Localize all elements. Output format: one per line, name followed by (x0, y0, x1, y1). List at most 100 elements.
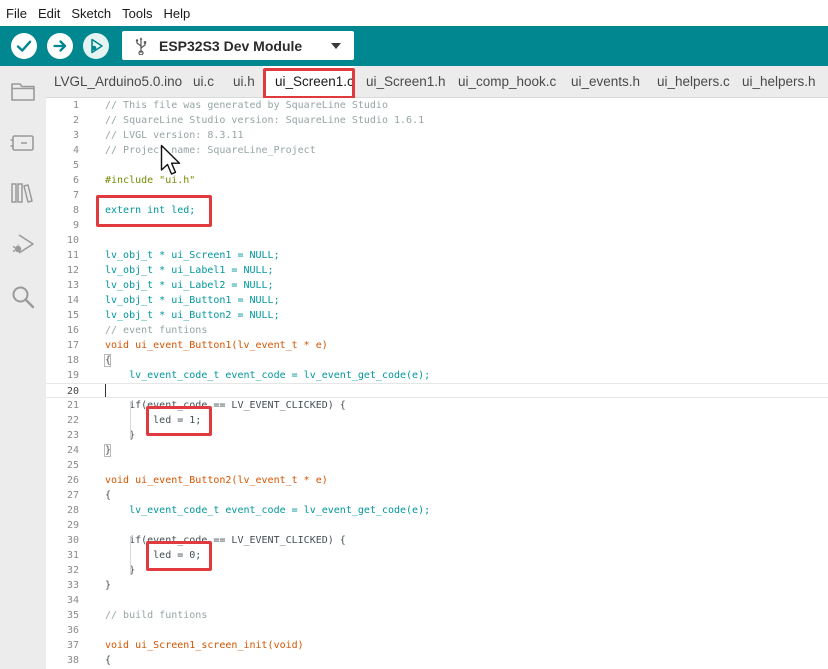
line-number: 17 (66, 340, 79, 351)
tab-ui-helpers-h[interactable]: ui_helpers.h (742, 66, 816, 97)
check-icon (16, 40, 32, 52)
line-number: 23 (66, 430, 79, 441)
led-1-highlight (146, 406, 212, 436)
line-number: 28 (66, 505, 79, 516)
code-line: void ui_event_Button1(lv_event_t * e) (105, 340, 328, 351)
search-icon[interactable] (10, 284, 36, 310)
active-tab-highlight (263, 68, 355, 99)
extern-led-highlight (96, 195, 212, 227)
line-number: 7 (72, 190, 79, 201)
arrow-right-icon (53, 40, 67, 52)
code-line: lv_event_code_t event_code = lv_event_ge… (105, 505, 431, 516)
bracket-match (104, 354, 111, 367)
menu-edit[interactable]: Edit (37, 6, 61, 21)
line-number: 34 (66, 595, 79, 606)
usb-icon (135, 37, 147, 55)
line-number: 16 (66, 325, 79, 336)
board-manager-icon[interactable] (10, 130, 36, 156)
tab-ui-h[interactable]: ui.h (233, 66, 255, 97)
bracket-match (104, 444, 111, 457)
line-number: 14 (66, 295, 79, 306)
line-number: 26 (66, 475, 79, 486)
line-number: 32 (66, 565, 79, 576)
led-0-highlight (146, 541, 212, 571)
toolbar: ESP32S3 Dev Module (0, 26, 828, 66)
tab-lvgl-arduino-ino[interactable]: LVGL_Arduino5.0.ino (54, 66, 182, 97)
line-number: 3 (72, 130, 79, 141)
folder-icon[interactable] (10, 78, 36, 104)
upload-button[interactable] (47, 33, 73, 59)
menu-file[interactable]: File (5, 6, 28, 21)
indent-guide (130, 401, 131, 440)
line-number: 35 (66, 610, 79, 621)
indent-guide (130, 536, 131, 575)
line-number: 31 (66, 550, 79, 561)
line-number: 18 (66, 355, 79, 366)
menu-sketch[interactable]: Sketch (70, 6, 112, 21)
line-number: 19 (66, 370, 79, 381)
code-line: lv_obj_t * ui_Label2 = NULL; (105, 280, 274, 291)
debug-play-icon (91, 38, 103, 54)
line-number: 6 (72, 175, 79, 186)
verify-button[interactable] (11, 33, 37, 59)
code-line: // SquareLine Studio version: SquareLine… (105, 115, 425, 126)
chevron-down-icon (331, 43, 341, 49)
code-editor[interactable]: 1 // This file was generated by SquareLin… (46, 98, 828, 669)
activity-bar (0, 66, 46, 669)
code-line: } (105, 580, 112, 591)
mouse-pointer-icon (160, 144, 181, 175)
line-number: 37 (66, 640, 79, 651)
tab-ui-screen1-h[interactable]: ui_Screen1.h (366, 66, 446, 97)
code-line: lv_obj_t * ui_Screen1 = NULL; (105, 250, 280, 261)
code-line: lv_obj_t * ui_Button1 = NULL; (105, 295, 280, 306)
line-number: 15 (66, 310, 79, 321)
line-number: 24 (66, 445, 79, 456)
line-number: 36 (66, 625, 79, 636)
line-number: 12 (66, 265, 79, 276)
code-line: if(event_code == LV_EVENT_CLICKED) { (105, 535, 346, 546)
line-number: 30 (66, 535, 79, 546)
line-number: 38 (66, 655, 79, 666)
line-number: 20 (66, 386, 79, 397)
line-number: 4 (72, 145, 79, 156)
line-number: 25 (66, 460, 79, 471)
menu-tools[interactable]: Tools (121, 6, 153, 21)
line-number: 8 (72, 205, 79, 216)
code-line: void ui_event_Button2(lv_event_t * e) (105, 475, 328, 486)
tab-ui-c[interactable]: ui.c (193, 66, 214, 97)
code-line: { (105, 655, 112, 666)
text-cursor (105, 384, 106, 397)
board-selector[interactable]: ESP32S3 Dev Module (122, 31, 354, 60)
line-number: 29 (66, 520, 79, 531)
line-number: 1 (72, 100, 79, 111)
code-line: // LVGL version: 8.3.11 (105, 130, 244, 141)
line-number: 13 (66, 280, 79, 291)
code-line: lv_obj_t * ui_Label1 = NULL; (105, 265, 274, 276)
tab-ui-helpers-c[interactable]: ui_helpers.c (657, 66, 730, 97)
library-icon[interactable] (10, 180, 36, 206)
code-line: // event funtions (105, 325, 208, 336)
code-line: // This file was generated by SquareLine… (105, 100, 388, 111)
code-line: // Project name: SquareLine_Project (105, 145, 316, 156)
line-number: 27 (66, 490, 79, 501)
debug-icon[interactable] (10, 232, 36, 258)
line-number: 11 (66, 250, 79, 261)
code-line: lv_obj_t * ui_Button2 = NULL; (105, 310, 280, 321)
file-tabs: LVGL_Arduino5.0.ino ui.c ui.h ui_Screen1… (46, 66, 828, 98)
line-number: 5 (72, 160, 79, 171)
code-line: { (105, 490, 112, 501)
line-number: 22 (66, 415, 79, 426)
line-number: 2 (72, 115, 79, 126)
code-line: // build funtions (105, 610, 208, 621)
menu-bar: File Edit Sketch Tools Help (0, 0, 828, 26)
line-number: 33 (66, 580, 79, 591)
tab-ui-events-h[interactable]: ui_events.h (571, 66, 640, 97)
line-number: 10 (66, 235, 79, 246)
line-number: 9 (72, 220, 79, 231)
code-line: lv_event_code_t event_code = lv_event_ge… (105, 370, 431, 381)
board-name: ESP32S3 Dev Module (159, 37, 303, 54)
code-line: if(event_code == LV_EVENT_CLICKED) { (105, 400, 346, 411)
debug-button[interactable] (83, 33, 109, 59)
menu-help[interactable]: Help (162, 6, 191, 21)
tab-ui-comp-hook-c[interactable]: ui_comp_hook.c (458, 66, 556, 97)
